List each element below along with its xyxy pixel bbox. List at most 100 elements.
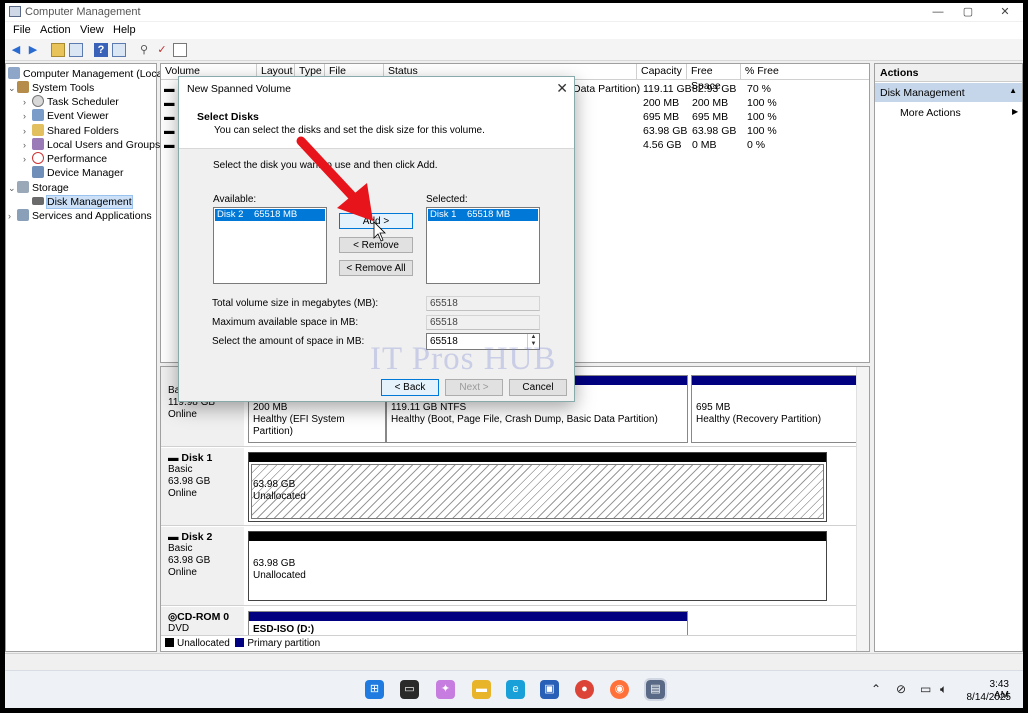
chrome-icon[interactable]: ●: [575, 680, 594, 699]
connect-icon[interactable]: ⚲: [137, 43, 151, 57]
chevron-right-icon[interactable]: ›: [23, 95, 32, 109]
disk-2-label: ▬ Disk 2 Basic 63.98 GB Online: [161, 527, 244, 605]
disk-2-unallocated[interactable]: 63.98 GB Unallocated: [248, 531, 827, 601]
column-capacity[interactable]: Capacity: [637, 64, 687, 80]
chevron-right-icon[interactable]: ›: [23, 152, 32, 166]
copilot-icon[interactable]: ✦: [436, 680, 455, 699]
tree-item-shared-folders[interactable]: › Shared Folders: [23, 124, 119, 138]
next-button[interactable]: Next >: [445, 379, 503, 396]
windows-start-icon[interactable]: ⊞: [365, 680, 384, 699]
file-explorer-icon[interactable]: ▬: [472, 680, 491, 699]
row-capacity: 63.98 GB: [643, 125, 688, 137]
disk-row-cdrom[interactable]: ◎CD-ROM 0 DVD ESD-ISO (D:): [161, 607, 857, 641]
firefox-icon[interactable]: ◉: [610, 680, 629, 699]
menu-bar: File Action View Help: [5, 22, 1023, 39]
disk-1-unallocated[interactable]: 63.98 GB Unallocated: [248, 452, 827, 522]
device-manager-icon: [32, 166, 44, 178]
more-actions[interactable]: More Actions ▶: [900, 107, 1018, 119]
tree-item-services[interactable]: › Services and Applications: [8, 209, 152, 223]
chevron-up-icon[interactable]: ⌃: [871, 682, 881, 696]
column-free-space[interactable]: Free Space: [687, 64, 741, 92]
available-disk-item[interactable]: Disk 2 65518 MB: [215, 209, 325, 221]
close-button[interactable]: ✕: [990, 4, 1020, 20]
watermark: IT Pros HUB: [370, 341, 557, 377]
help-icon[interactable]: ?: [94, 43, 108, 57]
forward-arrow-icon[interactable]: ▶: [26, 43, 40, 57]
display-icon[interactable]: ▭: [920, 682, 931, 696]
dialog-header: Select Disks You can select the disks an…: [179, 99, 574, 149]
disk-icon: [32, 197, 44, 205]
show-hide-tree-icon[interactable]: [69, 43, 83, 57]
maximize-button[interactable]: ▢: [953, 4, 983, 20]
add-button[interactable]: Add >: [339, 213, 413, 229]
partition-recovery[interactable]: 695 MB Healthy (Recovery Partition): [691, 375, 860, 443]
disk-2-name: Disk 2: [181, 531, 213, 543]
chevron-right-icon[interactable]: ›: [8, 209, 17, 223]
tree-item-performance[interactable]: › Performance: [23, 152, 107, 166]
tree-item-storage[interactable]: ⌄ Storage: [8, 181, 69, 195]
collapse-up-icon[interactable]: ▲: [1009, 86, 1017, 95]
disk-row-1[interactable]: ▬ Disk 1 Basic 63.98 GB Online 63.98 GB …: [161, 448, 857, 526]
clock-date[interactable]: 8/14/2025: [963, 692, 1012, 703]
tree-item-event-viewer[interactable]: › Event Viewer: [23, 109, 109, 123]
total-size-field: 65518: [426, 296, 540, 311]
row-free-space: 200 MB: [692, 97, 729, 109]
row-free-space: 695 MB: [692, 111, 729, 123]
disk-row-2[interactable]: ▬ Disk 2 Basic 63.98 GB Online 63.98 GB …: [161, 527, 857, 606]
chevron-right-icon[interactable]: ›: [23, 109, 32, 123]
properties-pane-icon[interactable]: [112, 43, 126, 57]
performance-icon: [32, 152, 44, 164]
dialog-close-icon[interactable]: ✕: [556, 80, 568, 97]
cancel-button[interactable]: Cancel: [509, 379, 567, 396]
toolbar: ◀ ▶ ? ⚲ ✓: [5, 39, 1023, 61]
back-arrow-icon[interactable]: ◀: [9, 43, 23, 57]
row-percent-free: 0 %: [747, 139, 766, 151]
remove-button[interactable]: < Remove: [339, 237, 413, 253]
selected-label: Selected:: [426, 194, 468, 205]
chevron-down-icon[interactable]: ⌄: [8, 181, 17, 195]
menu-file[interactable]: File: [13, 24, 31, 36]
unallocated-bar: [249, 453, 826, 462]
volume-icon: ▬: [164, 111, 175, 123]
title-bar: Computer Management — ▢ ✕: [5, 3, 1023, 21]
chevron-right-icon[interactable]: ›: [23, 138, 32, 152]
column-percent-free[interactable]: % Free: [741, 64, 869, 80]
event-viewer-icon: [32, 109, 44, 121]
disk-2-type: Basic: [168, 543, 193, 554]
selected-disk-item[interactable]: Disk 1 65518 MB: [428, 209, 538, 221]
chevron-right-icon[interactable]: ›: [23, 124, 32, 138]
legend: Unallocated Primary partition: [161, 635, 857, 651]
actions-disk-management[interactable]: Disk Management ▲: [875, 83, 1022, 102]
tree-item-device-manager[interactable]: Device Manager: [32, 166, 123, 180]
check-icon[interactable]: ✓: [155, 43, 169, 57]
tree-item-root[interactable]: Computer Management (Local): [8, 67, 168, 81]
properties-icon[interactable]: [173, 43, 187, 57]
edge-icon[interactable]: e: [506, 680, 525, 699]
tree-item-task-scheduler[interactable]: › Task Scheduler: [23, 95, 119, 109]
spin-up-icon[interactable]: ▲: [528, 334, 539, 341]
menu-action[interactable]: Action: [40, 24, 71, 36]
graphical-view-scrollbar[interactable]: [856, 367, 869, 651]
chevron-down-icon[interactable]: ⌄: [8, 81, 17, 95]
tree-item-local-users[interactable]: › Local Users and Groups: [23, 138, 160, 152]
back-button[interactable]: < Back: [381, 379, 439, 396]
remove-all-button[interactable]: < Remove All: [339, 260, 413, 276]
up-folder-icon[interactable]: [51, 43, 65, 57]
store-icon[interactable]: ▣: [540, 680, 559, 699]
menu-help[interactable]: Help: [113, 24, 136, 36]
task-view-icon[interactable]: ▭: [400, 680, 419, 699]
tree-item-system-tools[interactable]: ⌄ System Tools: [8, 81, 94, 95]
actions-section-label: Disk Management: [880, 87, 965, 99]
tree-item-disk-management[interactable]: Disk Management: [32, 195, 133, 209]
legend-unallocated: Unallocated: [177, 638, 230, 649]
minimize-button[interactable]: —: [923, 4, 953, 20]
network-off-icon[interactable]: ⊘: [896, 682, 906, 696]
volume-icon[interactable]: 🔈︎: [940, 682, 947, 697]
computer-management-taskbar-icon[interactable]: ▤: [644, 678, 667, 701]
primary-partition-bar: [692, 376, 859, 385]
partition-recovery-status: Healthy (Recovery Partition): [696, 414, 822, 425]
available-disks-list[interactable]: Disk 2 65518 MB: [213, 207, 327, 284]
menu-view[interactable]: View: [80, 24, 104, 36]
selected-disks-list[interactable]: Disk 1 65518 MB: [426, 207, 540, 284]
disk-1-part-status: Unallocated: [253, 491, 306, 502]
